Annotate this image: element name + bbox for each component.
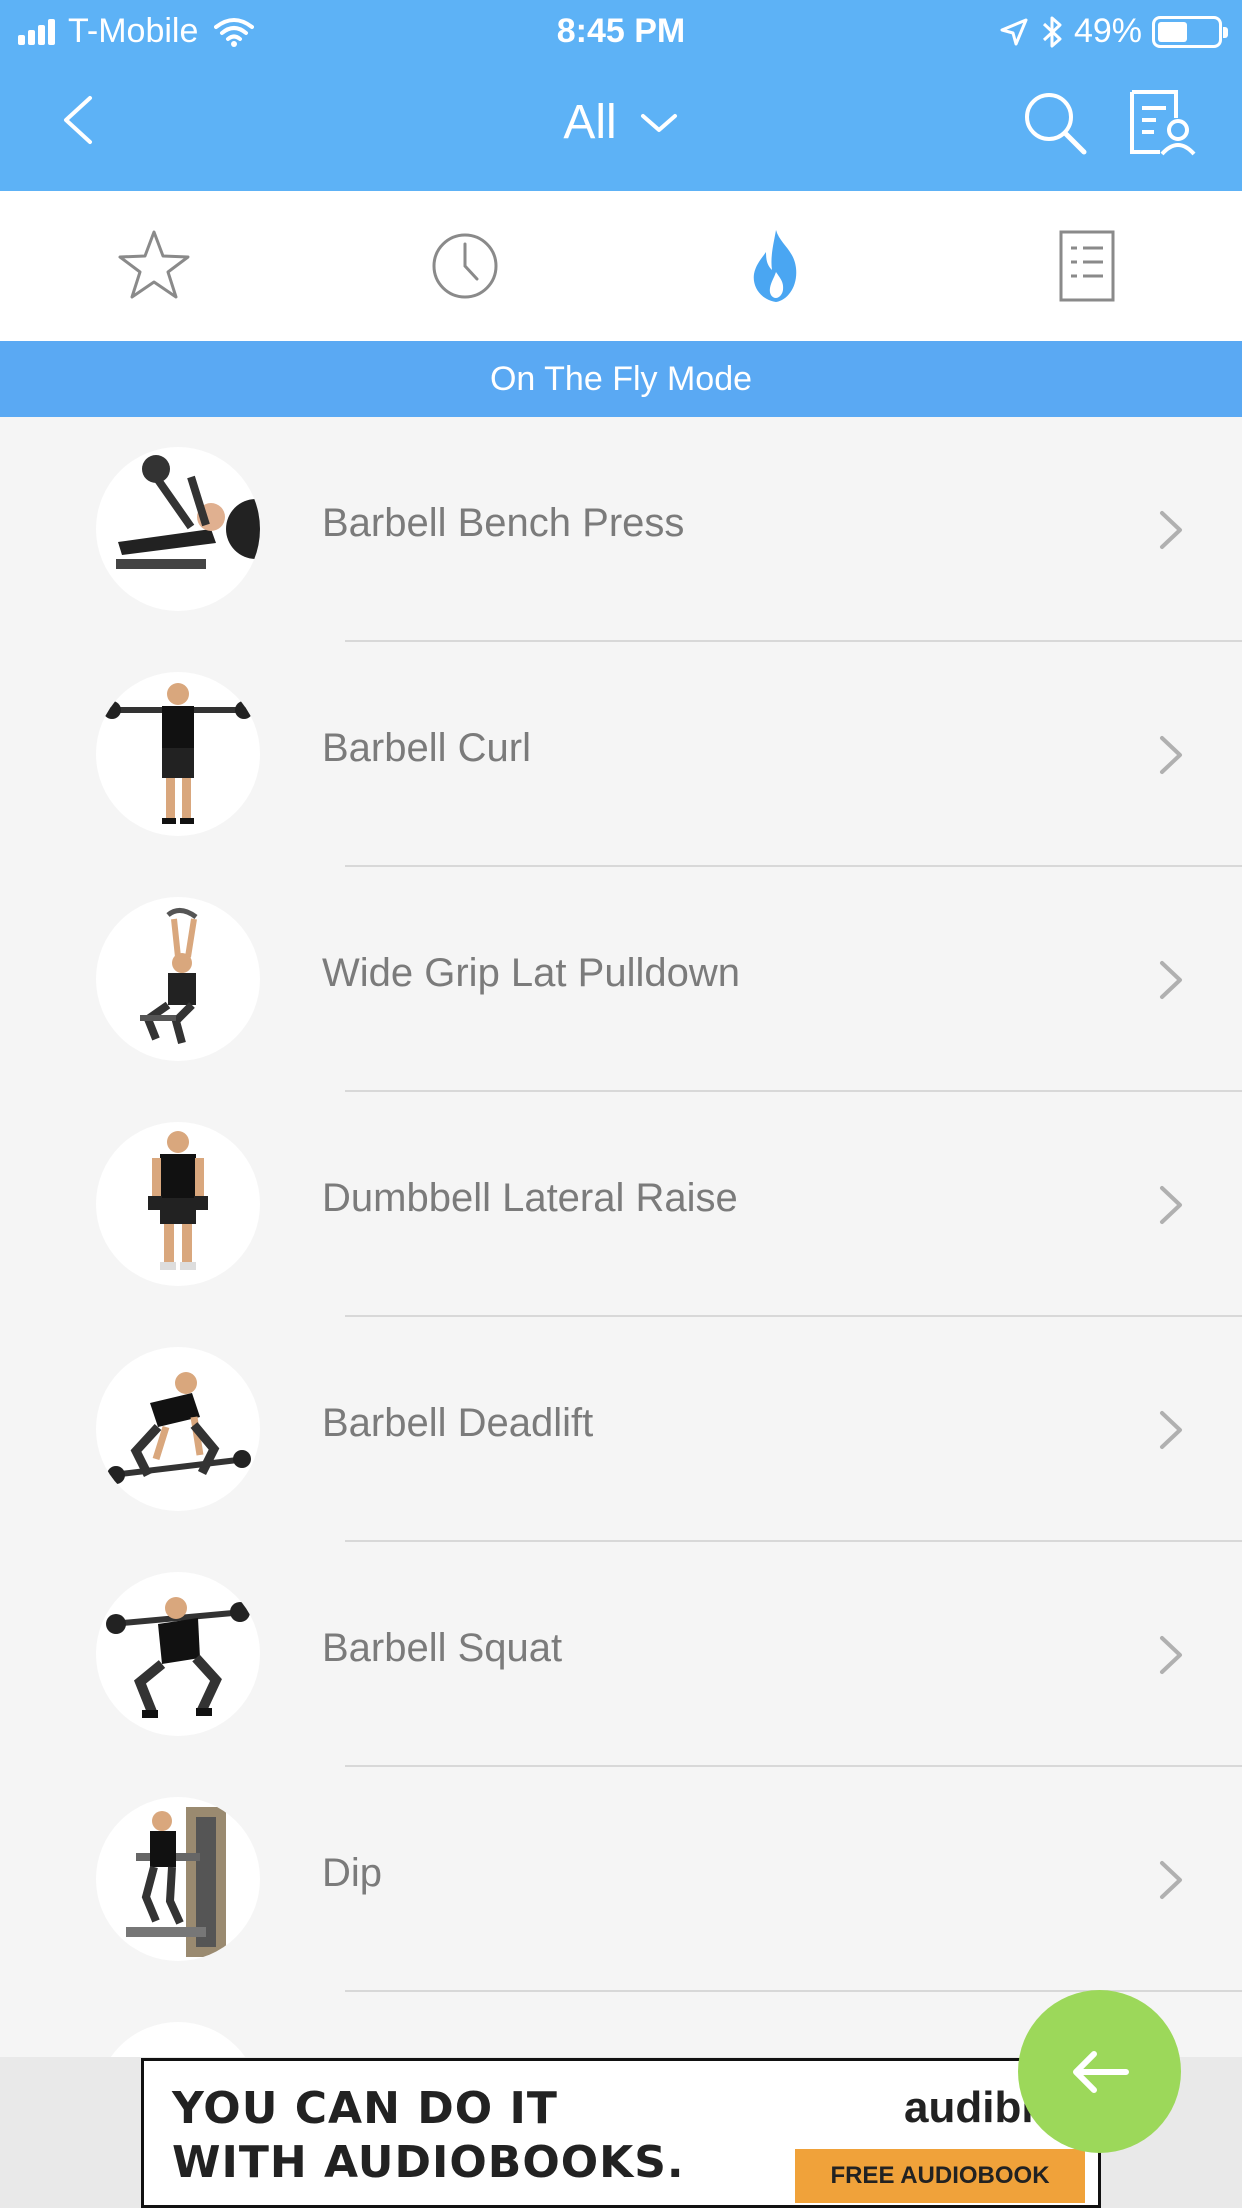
list-item[interactable]: Dip	[0, 1767, 1242, 1992]
chevron-right-icon	[1160, 1636, 1182, 1674]
mode-banner: On The Fly Mode	[0, 341, 1242, 417]
star-icon	[118, 230, 190, 299]
list-item[interactable]: Barbell Deadlift	[0, 1317, 1242, 1542]
list-item[interactable]: Wide Grip Lat Pulldown	[0, 867, 1242, 1092]
exercise-name: Barbell Squat	[322, 1626, 563, 1670]
chevron-right-icon	[1160, 511, 1182, 549]
exercise-thumbnail	[96, 2022, 260, 2057]
list-icon	[1059, 230, 1115, 302]
location-arrow-icon	[1000, 18, 1028, 45]
arrow-left-icon	[1072, 2050, 1129, 2093]
ad-headline-2: WITH AUDIOBOOKS.	[172, 2137, 685, 2188]
chevron-right-icon	[1160, 1861, 1182, 1899]
bluetooth-icon	[1042, 16, 1062, 47]
tab-on-the-fly[interactable]	[736, 226, 816, 306]
chevron-right-icon	[1160, 961, 1182, 999]
exercise-name: Barbell Bench Press	[322, 501, 685, 545]
exercise-name: Dip	[322, 1851, 383, 1895]
battery-percent: 49%	[1073, 12, 1142, 50]
clock-icon	[432, 233, 498, 299]
exercise-name: Barbell Curl	[322, 726, 531, 770]
tab-bar	[0, 191, 1242, 341]
list-item[interactable]: Barbell Bench Press	[0, 417, 1242, 642]
exercise-list: Barbell Bench Press Barbell Curl Wide Gr…	[0, 417, 1242, 2057]
flame-icon	[753, 230, 797, 302]
tab-routines[interactable]	[1047, 226, 1127, 306]
status-bar: T-Mobile 8:45 PM 49%	[0, 0, 1242, 62]
status-right: 49%	[1000, 12, 1228, 51]
exercise-name: Wide Grip Lat Pulldown	[322, 951, 740, 995]
exercise-name: Barbell Deadlift	[322, 1401, 594, 1445]
exercise-thumbnail	[96, 1347, 260, 1511]
chevron-right-icon	[1160, 736, 1182, 774]
tab-history[interactable]	[425, 226, 505, 306]
list-item[interactable]: Dumbbell Lateral Raise	[0, 1092, 1242, 1317]
chevron-right-icon	[1160, 1411, 1182, 1449]
exercise-name: Dumbbell Lateral Raise	[322, 1176, 738, 1220]
search-icon[interactable]	[1020, 88, 1090, 158]
battery-icon	[1152, 15, 1228, 48]
exercise-thumbnail	[96, 1797, 260, 1961]
back-fab-button[interactable]	[1018, 1990, 1181, 2153]
tab-favorites[interactable]	[114, 226, 194, 306]
page-title: All	[563, 96, 617, 149]
ad-headline-1: YOU CAN DO IT	[172, 2083, 558, 2134]
chevron-right-icon	[1160, 1186, 1182, 1224]
exercise-thumbnail	[96, 447, 260, 611]
exercise-thumbnail	[96, 1122, 260, 1286]
ad-banner[interactable]: YOU CAN DO IT WITH AUDIOBOOKS. audible F…	[141, 2058, 1101, 2208]
list-item[interactable]: Barbell Squat	[0, 1542, 1242, 1767]
exercise-thumbnail	[96, 897, 260, 1061]
exercise-thumbnail	[96, 672, 260, 836]
profile-list-icon[interactable]	[1126, 88, 1196, 158]
list-item[interactable]: Barbell Curl	[0, 642, 1242, 867]
exercise-thumbnail	[96, 1572, 260, 1736]
ad-cta-button[interactable]: FREE AUDIOBOOK	[795, 2149, 1085, 2203]
chevron-down-icon	[640, 113, 677, 132]
app-header: T-Mobile 8:45 PM 49% All	[0, 0, 1242, 191]
